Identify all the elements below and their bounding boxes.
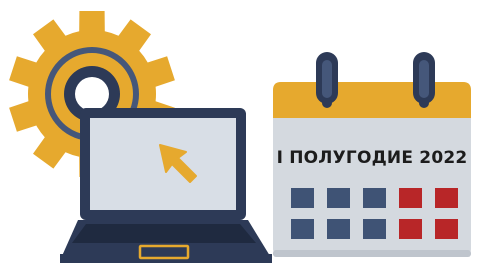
calendar-day-cell bbox=[363, 219, 386, 239]
calendar-day-cell bbox=[291, 188, 314, 208]
calendar-day-cell bbox=[327, 188, 350, 208]
calendar-bottom-shade bbox=[273, 250, 471, 257]
illustration: I ПОЛУГОДИЕ 2022 bbox=[0, 0, 477, 263]
illustration-canvas: I ПОЛУГОДИЕ 2022 bbox=[9, 11, 471, 263]
calendar-header bbox=[273, 82, 471, 118]
gear-hole bbox=[75, 77, 109, 111]
calendar-day-cell-weekend bbox=[399, 219, 422, 239]
calendar-icon: I ПОЛУГОДИЕ 2022 bbox=[273, 52, 471, 257]
calendar-ring-left bbox=[316, 52, 338, 104]
laptop-icon bbox=[60, 108, 272, 263]
calendar-day-cell-weekend bbox=[435, 188, 458, 208]
calendar-day-cell-weekend bbox=[435, 219, 458, 239]
calendar-day-cell bbox=[363, 188, 386, 208]
laptop-screen bbox=[90, 118, 236, 210]
calendar-day-cell bbox=[327, 219, 350, 239]
calendar-day-cell-weekend bbox=[399, 188, 422, 208]
calendar-ring-hole-left bbox=[322, 98, 332, 108]
calendar-day-cell bbox=[291, 219, 314, 239]
calendar-ring-hole-right bbox=[419, 98, 429, 108]
calendar-title: I ПОЛУГОДИЕ 2022 bbox=[277, 148, 468, 168]
laptop-keyboard bbox=[72, 224, 256, 243]
calendar-ring-right bbox=[413, 52, 435, 104]
